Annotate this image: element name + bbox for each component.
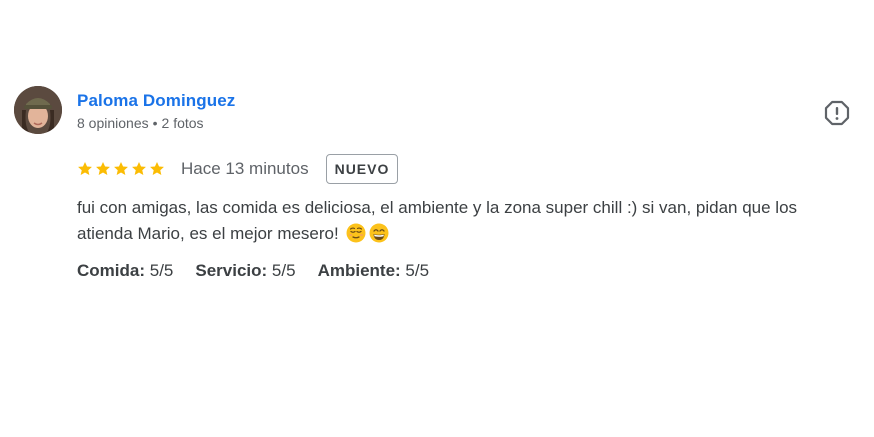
meta-separator: • — [152, 115, 158, 131]
avatar[interactable] — [14, 86, 62, 134]
attribute-label: Servicio: — [195, 261, 268, 280]
rating-row: Hace 13 minutos NUEVO — [77, 154, 399, 184]
relieved-face-icon — [346, 223, 366, 243]
attribute-item: Ambiente: 5/5 — [318, 261, 430, 281]
star-icon — [132, 162, 146, 175]
review-card: Paloma Dominguez 8 opiniones • 2 fotos Hac… — [0, 0, 874, 437]
author-meta: 8 opiniones • 2 fotos — [77, 115, 204, 131]
attribute-label: Ambiente: — [317, 261, 401, 280]
star-icon — [78, 162, 92, 175]
report-review-button[interactable] — [824, 100, 850, 126]
star-icon — [96, 162, 110, 175]
review-time: Hace 13 minutos — [181, 159, 309, 178]
attribute-item: Servicio: 5/5 — [195, 261, 295, 281]
new-badge: NUEVO — [325, 154, 399, 184]
review-attributes: Comida: 5/5 Servicio: 5/5 Ambiente: 5/5 — [77, 261, 429, 281]
attribute-value: 5/5 — [405, 261, 430, 280]
star-rating — [77, 161, 165, 177]
photos-count: 2 fotos — [161, 115, 204, 131]
reviews-count: 8 opiniones — [77, 115, 149, 131]
star-icon — [150, 162, 164, 175]
attribute-value: 5/5 — [271, 261, 296, 280]
review-text: fui con amigas, las comida es deliciosa,… — [77, 195, 857, 247]
report-icon — [824, 100, 850, 126]
attribute-item: Comida: 5/5 — [77, 261, 173, 281]
author-name-link[interactable]: Paloma Dominguez — [77, 91, 235, 111]
review-body: fui con amigas, las comida es deliciosa,… — [77, 198, 798, 243]
star-icon — [114, 162, 128, 175]
grinning-face-icon — [369, 223, 389, 243]
attribute-value: 5/5 — [149, 261, 174, 280]
attribute-label: Comida: — [77, 261, 145, 280]
